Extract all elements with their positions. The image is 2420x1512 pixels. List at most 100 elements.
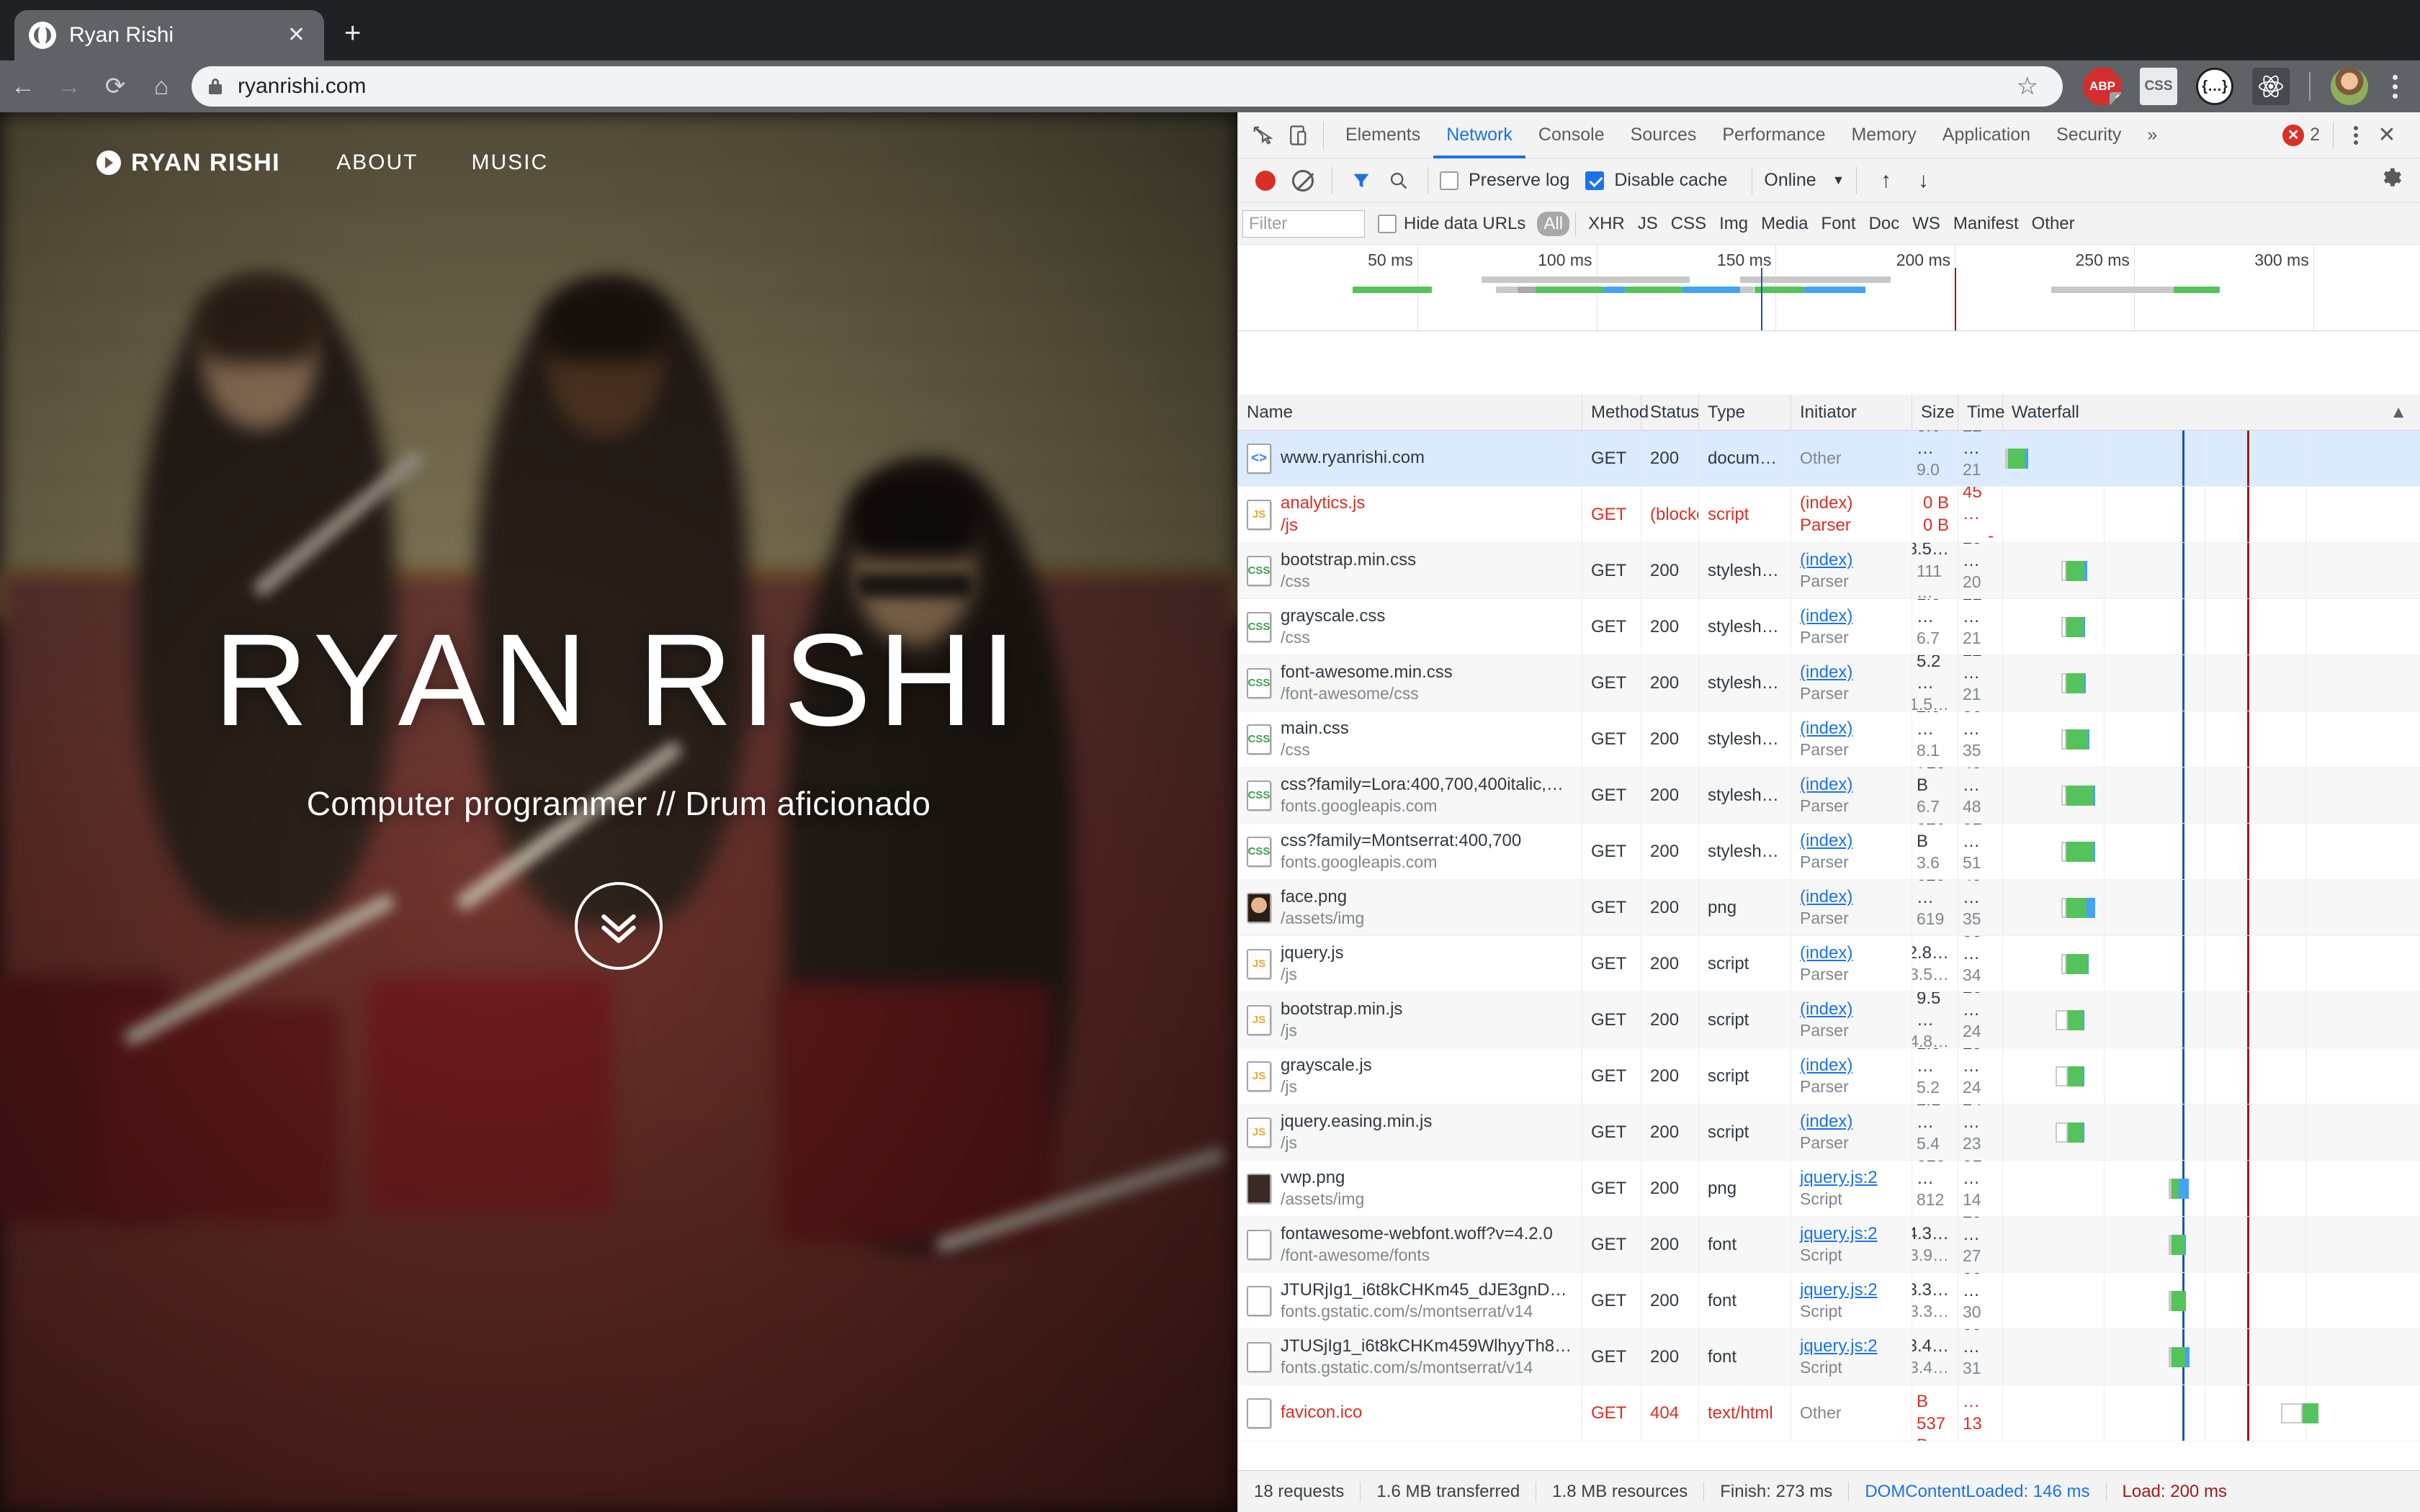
reload-icon[interactable]: ⟳ bbox=[92, 63, 138, 109]
request-initiator[interactable]: (index) bbox=[1800, 774, 1852, 796]
request-initiator[interactable]: (index) bbox=[1800, 662, 1852, 683]
search-icon[interactable] bbox=[1381, 163, 1416, 198]
request-initiator[interactable]: (index) bbox=[1800, 999, 1852, 1020]
tab-console[interactable]: Console bbox=[1525, 112, 1618, 158]
table-row[interactable]: JTURjIg1_i6t8kCHKm45_dJE3gnD… fonts.gstat… bbox=[1238, 1273, 2420, 1329]
browser-tab[interactable]: Ryan Rishi ✕ bbox=[14, 10, 324, 60]
column-header-status[interactable]: Status bbox=[1641, 395, 1699, 431]
waterfall-bar[interactable] bbox=[2061, 897, 2095, 918]
filter-type-ws[interactable]: WS bbox=[1906, 212, 1947, 236]
request-initiator[interactable]: (index) bbox=[1800, 718, 1852, 739]
column-header-initiator[interactable]: Initiator bbox=[1791, 395, 1912, 431]
filter-type-img[interactable]: Img bbox=[1713, 212, 1754, 236]
request-initiator[interactable]: (index) bbox=[1800, 1111, 1852, 1133]
table-row[interactable]: <> www.ryanrishi.com GET200docum… Other 3.6 … bbox=[1238, 431, 2420, 487]
table-row[interactable]: JS grayscale.js/js GET 200 script (index) Pars… bbox=[1238, 1048, 2420, 1104]
waterfall-bar[interactable] bbox=[2168, 1346, 2190, 1367]
table-row[interactable]: JS jquery.js/js GET200script (index)Parser 3… bbox=[1238, 936, 2420, 992]
filter-type-media[interactable]: Media bbox=[1754, 212, 1814, 236]
devtools-menu-icon[interactable] bbox=[2347, 125, 2365, 145]
tab-performance[interactable]: Performance bbox=[1709, 112, 1838, 158]
tab-sources[interactable]: Sources bbox=[1618, 112, 1710, 158]
tab-security[interactable]: Security bbox=[2043, 112, 2134, 158]
error-count-badge[interactable]: ✕ 2 bbox=[2282, 124, 2320, 146]
record-button[interactable] bbox=[1248, 163, 1283, 198]
column-header-type[interactable]: Type bbox=[1699, 395, 1791, 431]
request-initiator[interactable]: (index) bbox=[1800, 830, 1852, 852]
table-row[interactable]: fontawesome-webfont.woff?v=4.2.0/font-aw… bbox=[1238, 1217, 2420, 1273]
filter-type-js[interactable]: JS bbox=[1631, 212, 1664, 236]
tab-application[interactable]: Application bbox=[1930, 112, 2043, 158]
filter-input[interactable]: Filter bbox=[1242, 210, 1365, 238]
request-initiator[interactable]: jquery.js:2 bbox=[1800, 1279, 1878, 1301]
request-initiator[interactable]: (index) bbox=[1800, 1055, 1852, 1076]
device-toolbar-icon[interactable] bbox=[1280, 118, 1314, 153]
request-initiator[interactable]: (index) bbox=[1800, 492, 1852, 514]
throttling-select[interactable]: Online ▼ bbox=[1764, 170, 1845, 191]
more-tabs-button[interactable]: » bbox=[2134, 112, 2170, 158]
table-row[interactable]: face.png/assets/img GET 200 png (index) Parse… bbox=[1238, 880, 2420, 936]
import-har-icon[interactable]: ↑ bbox=[1868, 163, 1903, 198]
table-row[interactable]: vwp.png/assets/img GET 200 png jquery.js:2 Sc… bbox=[1238, 1161, 2420, 1217]
table-row[interactable]: CSS css?family=Lora:400,700,400italic,… fo… bbox=[1238, 768, 2420, 824]
waterfall-bar[interactable] bbox=[2168, 1290, 2186, 1311]
table-row[interactable]: favicon.ico GET404text/html Other 785 B537 … bbox=[1238, 1385, 2420, 1441]
disable-cache-checkbox[interactable] bbox=[1585, 171, 1605, 190]
hide-data-urls-toggle[interactable]: Hide data URLs bbox=[1378, 214, 1525, 234]
hide-data-urls-checkbox[interactable] bbox=[1378, 214, 1397, 233]
tab-elements[interactable]: Elements bbox=[1332, 112, 1433, 158]
waterfall-bar[interactable] bbox=[2281, 1403, 2318, 1423]
close-icon[interactable]: ✕ bbox=[283, 20, 310, 50]
waterfall-bar[interactable] bbox=[2168, 1234, 2186, 1255]
export-har-icon[interactable]: ↓ bbox=[1906, 163, 1940, 198]
filter-type-manifest[interactable]: Manifest bbox=[1947, 212, 2025, 236]
waterfall-bar[interactable] bbox=[2055, 1066, 2084, 1086]
table-row[interactable]: CSS font-awesome.min.css/font-awesome/css… bbox=[1238, 655, 2420, 711]
scroll-down-button[interactable] bbox=[575, 881, 663, 970]
new-tab-button[interactable]: + bbox=[344, 19, 361, 48]
filter-icon[interactable] bbox=[1344, 163, 1379, 198]
request-initiator[interactable]: (index) bbox=[1800, 886, 1852, 908]
gear-icon[interactable] bbox=[2380, 166, 2410, 195]
back-icon[interactable]: ← bbox=[0, 63, 46, 109]
column-header-waterfall[interactable]: Waterfall ▲ bbox=[2003, 395, 2420, 431]
waterfall-bar[interactable] bbox=[2061, 672, 2087, 693]
tab-network[interactable]: Network bbox=[1433, 112, 1525, 158]
react-devtools-icon[interactable] bbox=[2252, 68, 2290, 105]
filter-type-css[interactable]: CSS bbox=[1664, 212, 1713, 236]
table-row[interactable]: JS jquery.easing.min.js/js GET 200 script (in… bbox=[1238, 1104, 2420, 1161]
avatar[interactable] bbox=[2331, 68, 2368, 105]
waterfall-bar[interactable] bbox=[2055, 1122, 2084, 1143]
request-initiator[interactable]: jquery.js:2 bbox=[1800, 1223, 1878, 1245]
request-initiator[interactable]: (index) bbox=[1800, 942, 1852, 964]
column-header-name[interactable]: Name bbox=[1238, 395, 1582, 431]
column-header-size[interactable]: Size bbox=[1912, 395, 1958, 431]
table-row[interactable]: JS bootstrap.min.js/js GET 200 script (index)… bbox=[1238, 992, 2420, 1048]
table-row[interactable]: CSS bootstrap.min.css/css GET 200 stylesh… (i… bbox=[1238, 543, 2420, 599]
request-initiator[interactable]: (index) bbox=[1800, 549, 1852, 571]
waterfall-bar[interactable] bbox=[2061, 841, 2096, 862]
forward-icon[interactable]: → bbox=[46, 63, 92, 109]
clear-button[interactable] bbox=[1286, 163, 1320, 198]
bookmark-star-icon[interactable]: ☆ bbox=[2017, 72, 2038, 101]
waterfall-bar[interactable] bbox=[2061, 560, 2087, 581]
filter-type-font[interactable]: Font bbox=[1815, 212, 1863, 236]
json-formatter-icon[interactable]: {…} bbox=[2196, 68, 2233, 105]
waterfall-bar[interactable] bbox=[2168, 1178, 2190, 1199]
filter-type-doc[interactable]: Doc bbox=[1863, 212, 1906, 236]
waterfall-bar[interactable] bbox=[2055, 1009, 2084, 1030]
filter-type-other[interactable]: Other bbox=[2025, 212, 2081, 236]
filter-type-xhr[interactable]: XHR bbox=[1582, 212, 1631, 236]
table-row[interactable]: CSS grayscale.css/css GET 200 stylesh… (index… bbox=[1238, 599, 2420, 655]
waterfall-bar[interactable] bbox=[2061, 953, 2089, 974]
network-overview-timeline[interactable]: 50 ms 100 ms 150 ms 200 ms 250 ms 300 ms bbox=[1238, 245, 2420, 331]
request-initiator[interactable]: (index) bbox=[1800, 606, 1852, 627]
column-header-time[interactable]: Time bbox=[1958, 395, 2004, 431]
adblock-plus-icon[interactable]: ABP 1 bbox=[2084, 68, 2121, 105]
waterfall-bar[interactable] bbox=[2061, 616, 2086, 637]
browser-menu-icon[interactable] bbox=[2378, 74, 2411, 99]
address-bar[interactable]: ryanrishi.com ☆ bbox=[192, 66, 2063, 107]
home-icon[interactable]: ⌂ bbox=[138, 63, 184, 109]
close-devtools-icon[interactable]: ✕ bbox=[2370, 118, 2404, 153]
table-row[interactable]: CSS css?family=Montserrat:400,700 fonts.go… bbox=[1238, 824, 2420, 880]
